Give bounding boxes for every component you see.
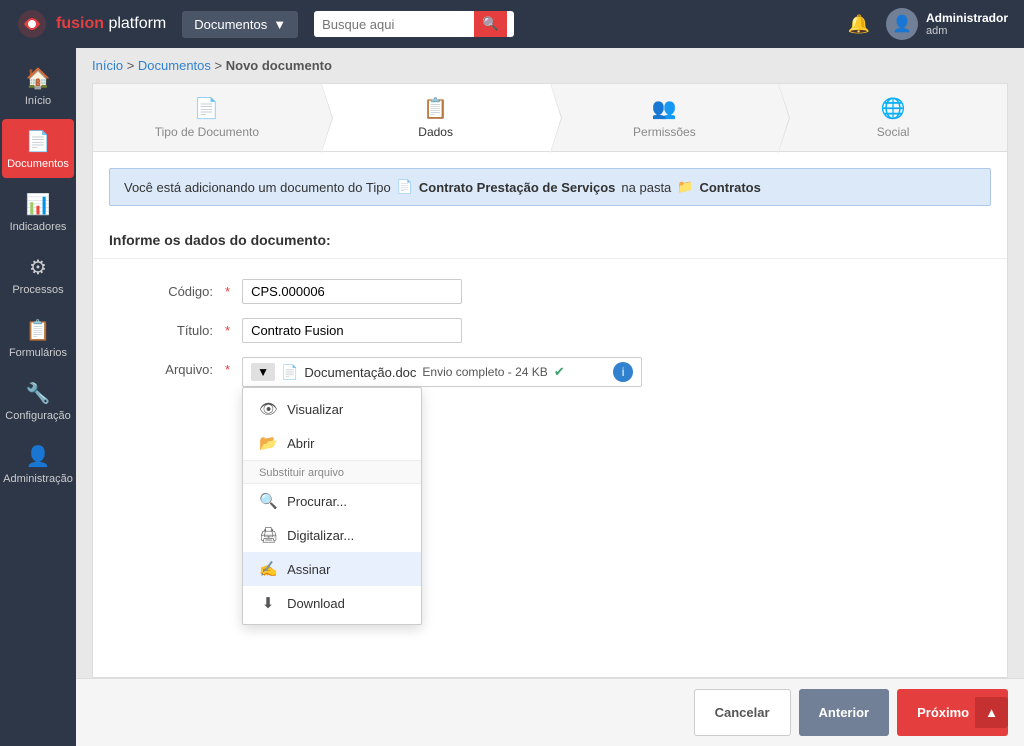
home-icon: 🏠 <box>26 66 51 91</box>
eye-icon: 👁 <box>259 400 277 418</box>
sidebar-item-indicadores[interactable]: 📊 Indicadores <box>2 182 74 241</box>
search-input[interactable] <box>314 12 474 37</box>
social-tab-icon: 🌐 <box>881 96 906 121</box>
tab-dados[interactable]: 📋 Dados <box>322 84 551 151</box>
file-type-icon: 📄 <box>281 364 298 381</box>
next-arrow-icon: ▲ <box>975 697 1008 728</box>
file-row: Arquivo: * ▼ 📄 Documentação.doc Envio co… <box>133 357 967 387</box>
dropdown-item-assinar[interactable]: ✍ Assinar <box>243 552 421 586</box>
sidebar-item-processos[interactable]: ⚙ Processos <box>2 245 74 304</box>
form-icon: 📋 <box>26 318 51 343</box>
nav-documentos-dropdown[interactable]: Documentos ▼ <box>182 11 298 38</box>
dropdown-item-digitalizar[interactable]: 🖨 Digitalizar... <box>243 518 421 552</box>
next-button[interactable]: Próximo ▲ <box>897 689 1008 736</box>
title-required-star: * <box>225 318 230 338</box>
notification-bell-icon[interactable]: 🔔 <box>848 14 870 35</box>
gear-icon: ⚙ <box>29 255 47 280</box>
file-info-button[interactable]: i <box>613 362 633 382</box>
sidebar-item-administracao[interactable]: 👤 Administração <box>2 434 74 493</box>
config-icon: 🔧 <box>26 381 51 406</box>
search-button[interactable]: 🔍 <box>474 11 507 37</box>
tab-social[interactable]: 🌐 Social <box>779 84 1007 151</box>
form-card: Você está adicionando um documento do Ti… <box>92 151 1008 678</box>
logo-icon <box>16 8 48 40</box>
dropdown-item-download[interactable]: ⬇ Download <box>243 586 421 620</box>
sidebar-item-formularios[interactable]: 📋 Formulários <box>2 308 74 367</box>
chevron-down-icon: ▼ <box>273 17 286 32</box>
sign-icon: ✍ <box>259 560 277 578</box>
search-small-icon: 🔍 <box>259 492 277 510</box>
code-required-star: * <box>225 279 230 299</box>
chart-icon: 📊 <box>26 192 51 217</box>
breadcrumb-documentos[interactable]: Documentos <box>138 58 211 73</box>
pasta-icon: 📁 <box>677 179 693 195</box>
code-row: Código: * <box>133 279 967 304</box>
permissions-tab-icon: 👥 <box>652 96 677 121</box>
user-avatar-icon: 👤 <box>892 14 912 34</box>
folder-open-icon: 📂 <box>259 434 277 452</box>
tipo-doc-icon: 📄 <box>397 179 413 195</box>
tab-arrow-inner-active <box>550 83 561 153</box>
file-field-container: ▼ 📄 Documentação.doc Envio completo - 24… <box>242 357 642 387</box>
document-icon: 📄 <box>26 129 51 154</box>
sidebar-item-documentos[interactable]: 📄 Documentos <box>2 119 74 178</box>
breadcrumb-inicio[interactable]: Início <box>92 58 123 73</box>
file-name: Documentação.doc <box>304 365 416 380</box>
breadcrumb-current: Novo documento <box>226 58 332 73</box>
main-content: Início > Documentos > Novo documento 📄 T… <box>76 48 1024 746</box>
cancel-button[interactable]: Cancelar <box>694 689 791 736</box>
user-info: Administrador adm <box>926 11 1008 37</box>
title-label: Título: <box>133 318 213 338</box>
wizard-tabs: 📄 Tipo de Documento 📋 Dados 👥 Permissões… <box>92 83 1008 151</box>
admin-icon: 👤 <box>26 444 51 469</box>
tab-arrow-inner <box>321 83 332 153</box>
dropdown-item-visualizar[interactable]: 👁 Visualizar <box>243 392 421 426</box>
sidebar-item-inicio[interactable]: 🏠 Início <box>2 56 74 115</box>
logo-text: fusion platform <box>56 15 166 33</box>
breadcrumb: Início > Documentos > Novo documento <box>76 48 1024 83</box>
search-icon: 🔍 <box>482 16 499 31</box>
document-tab-icon: 📄 <box>194 96 219 121</box>
main-layout: 🏠 Início 📄 Documentos 📊 Indicadores ⚙ Pr… <box>0 48 1024 746</box>
code-label: Código: <box>133 279 213 299</box>
title-row: Título: * <box>133 318 967 343</box>
search-bar: 🔍 <box>314 11 514 37</box>
prev-button[interactable]: Anterior <box>799 689 890 736</box>
footer-bar: Cancelar Anterior Próximo ▲ <box>76 678 1024 746</box>
download-icon: ⬇ <box>259 594 277 612</box>
dropdown-item-procurar[interactable]: 🔍 Procurar... <box>243 484 421 518</box>
tab-tipo-documento[interactable]: 📄 Tipo de Documento <box>93 84 322 151</box>
form-section-title: Informe os dados do documento: <box>93 222 1007 259</box>
logo: fusion platform <box>16 8 166 40</box>
top-navigation: fusion platform Documentos ▼ 🔍 🔔 👤 Admin… <box>0 0 1024 48</box>
title-input[interactable] <box>242 318 462 343</box>
info-banner: Você está adicionando um documento do Ti… <box>109 168 991 206</box>
file-check-icon: ✔ <box>554 364 565 380</box>
dropdown-section-substituir: Substituir arquivo <box>243 460 421 484</box>
user-menu[interactable]: 👤 Administrador adm <box>886 8 1008 40</box>
tab-arrow-inner-perm <box>778 83 789 153</box>
file-dropdown-menu: 👁 Visualizar 📂 Abrir Substituir arquivo <box>242 387 422 625</box>
sidebar-item-configuracao[interactable]: 🔧 Configuração <box>2 371 74 430</box>
tab-permissoes[interactable]: 👥 Permissões <box>551 84 780 151</box>
dropdown-item-abrir[interactable]: 📂 Abrir <box>243 426 421 460</box>
data-tab-icon: 📋 <box>423 96 448 121</box>
sidebar: 🏠 Início 📄 Documentos 📊 Indicadores ⚙ Pr… <box>0 48 76 746</box>
form-body: Código: * Título: * Arquivo: * <box>93 259 1007 421</box>
file-dropdown-button[interactable]: ▼ <box>251 363 275 381</box>
file-status: Envio completo - 24 KB <box>422 365 547 379</box>
avatar: 👤 <box>886 8 918 40</box>
file-field: ▼ 📄 Documentação.doc Envio completo - 24… <box>242 357 642 387</box>
scan-icon: 🖨 <box>259 526 277 544</box>
code-input[interactable] <box>242 279 462 304</box>
file-label: Arquivo: <box>133 357 213 377</box>
file-required-star: * <box>225 357 230 377</box>
